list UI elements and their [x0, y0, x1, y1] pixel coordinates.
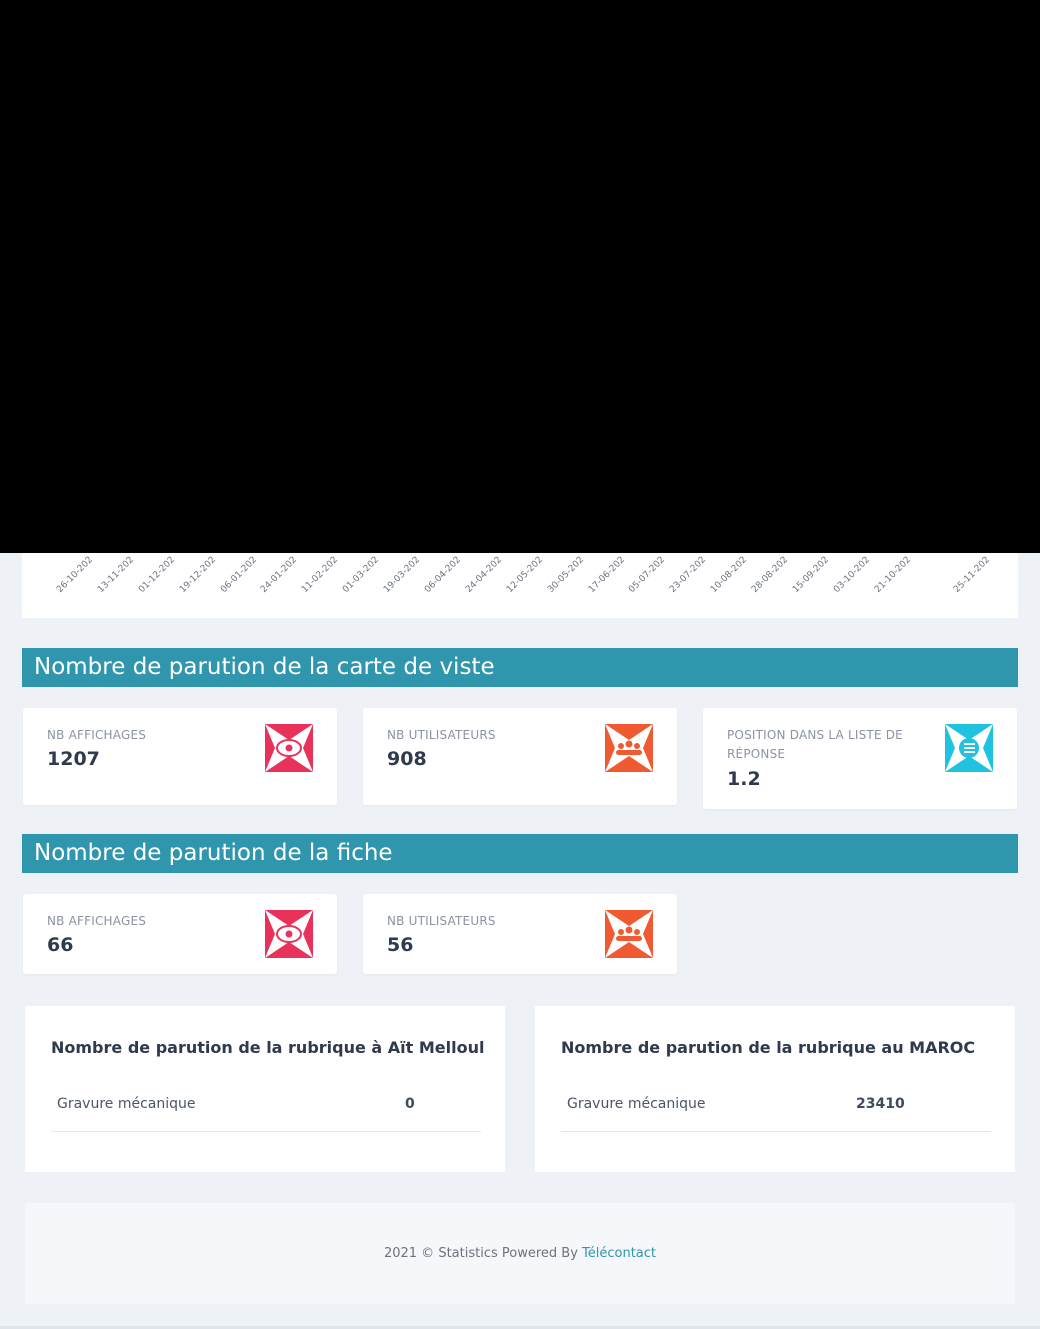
- panel-title: Nombre de parution de la rubrique à Aït …: [51, 1038, 485, 1057]
- panel-title: Nombre de parution de la rubrique au MAR…: [561, 1038, 976, 1057]
- stat-value: 56: [387, 934, 414, 956]
- table-row: Gravure mécanique 23410: [561, 1086, 991, 1132]
- stat-value: 1.2: [727, 768, 761, 790]
- row-name: Gravure mécanique: [57, 1096, 196, 1112]
- stat-label: NB UTILISATEURS: [387, 728, 496, 742]
- stat-card-affichages-carte: NB AFFICHAGES 1207: [23, 708, 337, 805]
- stat-label: POSITION DANS LA LISTE DE RÉPONSE: [727, 728, 903, 761]
- stat-card-utilisateurs-fiche: NB UTILISATEURS 56: [363, 894, 677, 974]
- stat-label: NB UTILISATEURS: [387, 914, 496, 928]
- section-title-fiche: Nombre de parution de la fiche: [22, 834, 1018, 873]
- x-tick-label: 25-11-202: [952, 555, 993, 596]
- section-title-carte: Nombre de parution de la carte de viste: [22, 648, 1018, 687]
- stat-value: 66: [47, 934, 74, 956]
- row-value: 23410: [856, 1096, 905, 1112]
- eye-icon: [265, 724, 313, 772]
- stat-value: 908: [387, 748, 427, 770]
- stat-card-utilisateurs-carte: NB UTILISATEURS 908: [363, 708, 677, 805]
- redacted-region: [0, 0, 1040, 553]
- eye-icon: [265, 910, 313, 958]
- footer-link[interactable]: Télécontact: [582, 1246, 656, 1261]
- row-name: Gravure mécanique: [567, 1096, 706, 1112]
- chart-x-axis: 26-10-202 13-11-202 01-12-202 19-12-202 06-0…: [22, 553, 1018, 618]
- footer: 2021 © Statistics Powered By Télécontact: [25, 1203, 1015, 1304]
- list-icon: [945, 724, 993, 772]
- rubrique-maroc-panel: Nombre de parution de la rubrique au MAR…: [535, 1006, 1015, 1172]
- stat-card-affichages-fiche: NB AFFICHAGES 66: [23, 894, 337, 974]
- stat-card-position-carte: POSITION DANS LA LISTE DE RÉPONSE 1.2: [703, 708, 1017, 809]
- stat-label: NB AFFICHAGES: [47, 914, 147, 928]
- footer-text: 2021 © Statistics Powered By: [383, 1246, 578, 1261]
- users-icon: [605, 910, 653, 958]
- rubrique-local-panel: Nombre de parution de la rubrique à Aït …: [25, 1006, 505, 1172]
- stat-value: 1207: [47, 748, 100, 770]
- table-row: Gravure mécanique 0: [51, 1086, 481, 1132]
- stat-label: NB AFFICHAGES: [47, 728, 147, 742]
- users-icon: [605, 724, 653, 772]
- row-value: 0: [405, 1096, 415, 1112]
